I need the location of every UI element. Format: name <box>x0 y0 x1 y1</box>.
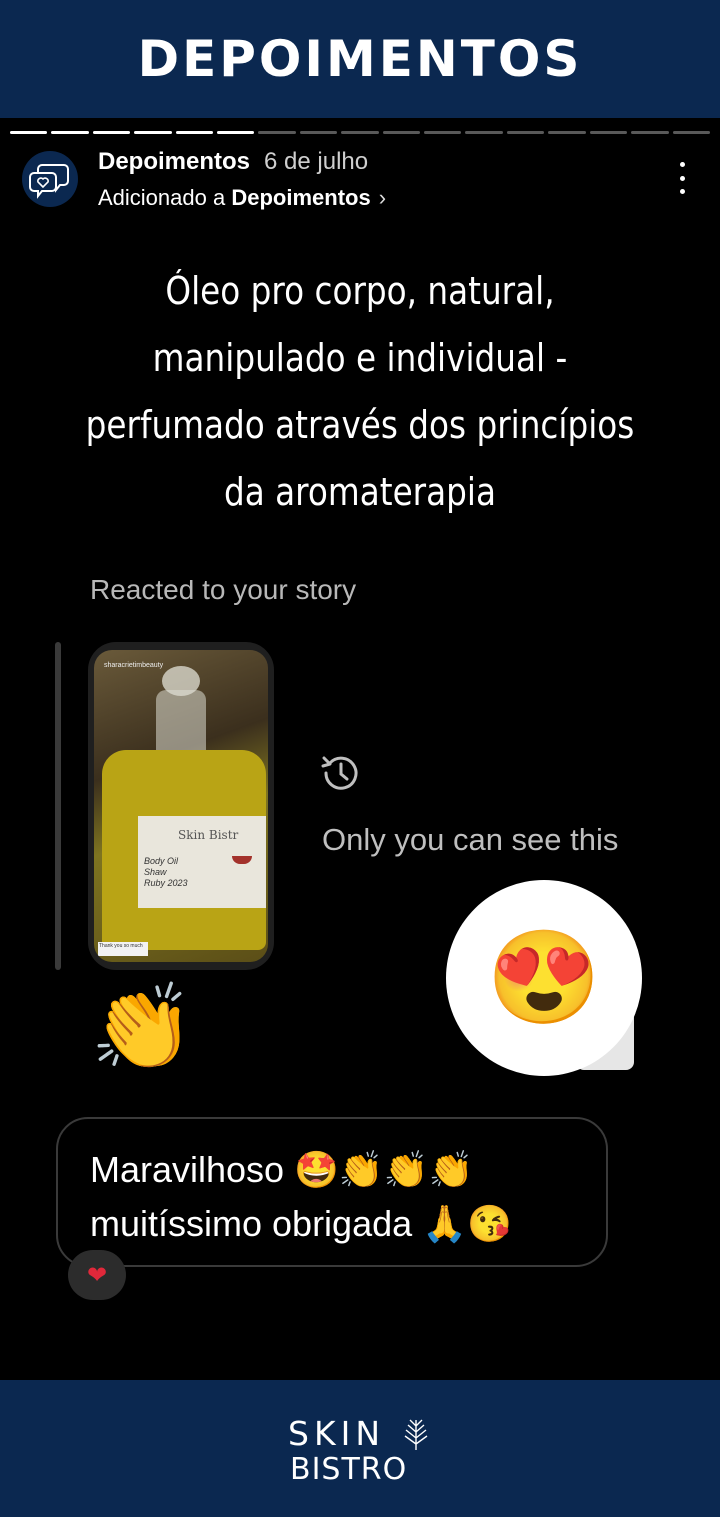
bottle-script: Body Oil Shaw Ruby 2023 <box>144 856 188 888</box>
reply-message-bubble[interactable]: Maravilhoso 🤩👏👏👏 muitíssimo obrigada 🙏😘 <box>56 1117 608 1267</box>
story-account-line: Depoimentos 6 de julho <box>98 148 368 176</box>
progress-segment <box>548 131 586 134</box>
wheat-icon <box>404 1419 428 1450</box>
banner-title: DEPOIMENTOS <box>137 30 583 88</box>
logo-line2: BISTRO <box>290 1452 408 1487</box>
logo-line1: SKIN <box>288 1414 386 1453</box>
thumbnail-handle: sharacrietimbeauty <box>104 662 164 669</box>
heart-reaction-icon[interactable]: ❤ <box>68 1250 126 1300</box>
progress-segment <box>51 131 89 134</box>
reply-line: muitíssimo obrigada 🙏😘 <box>90 1203 512 1244</box>
progress-segment <box>134 131 172 134</box>
progress-segment <box>424 131 462 134</box>
account-name[interactable]: Depoimentos <box>98 148 250 175</box>
clapping-emoji: 👏 <box>90 980 195 1074</box>
highlight-link[interactable]: Adicionado a Depoimentos › <box>98 185 386 211</box>
bottle-brand: Skin Bistr <box>178 828 239 842</box>
added-prefix: Adicionado a <box>98 185 226 210</box>
oil-bottle-image: sharacrietimbeauty Skin Bistr Body Oil S… <box>94 650 268 962</box>
reply-text: Maravilhoso 🤩👏👏👏 muitíssimo obrigada 🙏😘 <box>90 1143 512 1251</box>
story-progress-bar <box>10 131 710 135</box>
progress-segment <box>465 131 503 134</box>
story-date: 6 de julho <box>264 148 369 175</box>
progress-segment <box>341 131 379 134</box>
avatar[interactable] <box>22 151 78 207</box>
history-icon <box>321 756 358 790</box>
progress-segment <box>92 131 131 134</box>
progress-segment <box>175 131 214 134</box>
bottle-label: Skin Bistr Body Oil Shaw Ruby 2023 <box>138 816 266 908</box>
progress-segment <box>631 131 669 134</box>
chevron-right-icon: › <box>378 185 387 210</box>
header-banner: DEPOIMENTOS <box>0 0 720 118</box>
progress-segment <box>217 131 255 134</box>
reaction-bubble[interactable]: 😍 <box>446 880 642 1076</box>
only-you-text: Only you can see this <box>322 822 619 857</box>
progress-segment <box>382 131 421 134</box>
story-thumbnail[interactable]: sharacrietimbeauty Skin Bistr Body Oil S… <box>88 642 274 970</box>
chat-heart-icon <box>29 164 69 199</box>
caption-line: da aromaterapia <box>223 470 496 514</box>
more-vert-icon[interactable] <box>678 162 686 194</box>
progress-segment <box>299 131 338 134</box>
progress-segment <box>258 131 296 134</box>
story-caption: Óleo pro corpo, natural, manipulado e in… <box>50 258 669 526</box>
reacted-to-story-text: Reacted to your story <box>90 580 357 605</box>
skin-bistro-logo: SKIN BISTRO <box>288 1414 438 1487</box>
caption-line: Óleo pro corpo, natural, <box>165 269 555 313</box>
label-leaf-icon <box>232 856 252 864</box>
progress-segment <box>10 131 48 134</box>
story-header: Depoimentos 6 de julho Adicionado a Depoi… <box>22 148 702 218</box>
progress-segment <box>589 131 628 134</box>
heart-eyes-emoji: 😍 <box>486 927 602 1029</box>
highlight-name: Depoimentos <box>231 185 371 210</box>
reply-line: Maravilhoso 🤩👏👏👏 <box>90 1149 474 1190</box>
progress-segment <box>506 131 545 134</box>
reply-quote-bar <box>55 642 61 970</box>
caption-line: perfumado através dos princípios <box>85 403 635 447</box>
progress-segment <box>672 131 710 134</box>
thumbnail-note: Thank you so much <box>98 942 148 956</box>
caption-line: manipulado e individual - <box>152 336 568 380</box>
